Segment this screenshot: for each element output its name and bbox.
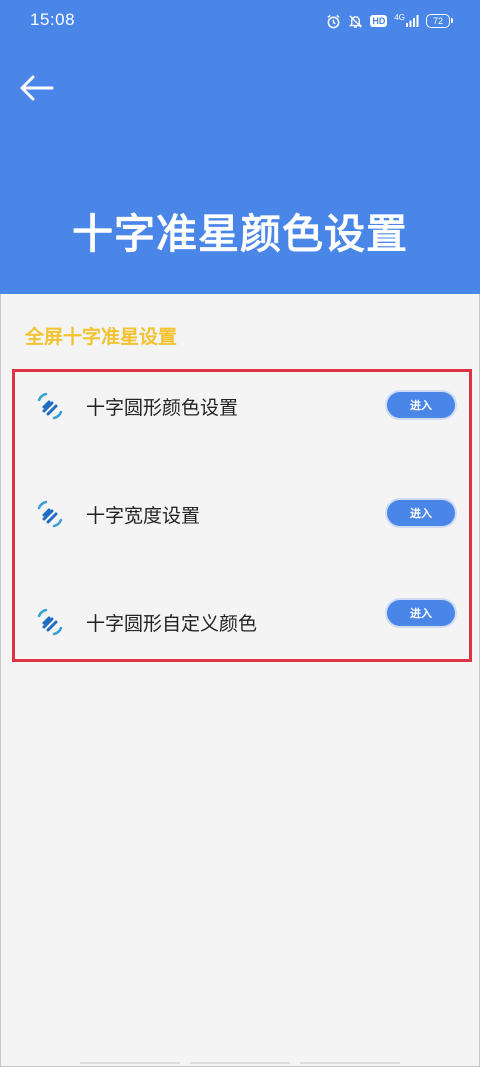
alarm-icon	[326, 14, 341, 29]
signal-icon: 4G	[394, 12, 419, 28]
back-arrow-icon	[20, 75, 54, 101]
nav-indicator-left	[80, 1062, 180, 1064]
crosshair-app-icon	[37, 608, 63, 636]
mute-bell-icon	[348, 14, 363, 29]
list-item-label: 十字圆形自定义颜色	[86, 613, 258, 635]
crosshair-app-icon	[37, 392, 63, 420]
list-item-label: 十字宽度设置	[86, 505, 201, 527]
nav-indicator-right	[300, 1062, 400, 1064]
hd-icon: HD	[370, 15, 388, 27]
back-button[interactable]	[16, 70, 56, 110]
settings-list: 十字圆形颜色设置 进入 十字宽度设置 进入 十字圆形自定义颜色 进入	[12, 369, 472, 662]
app-header: 15:08 HD 4G 72 十字准星颜色设置	[0, 0, 480, 294]
page-title: 十字准星颜色设置	[72, 210, 408, 258]
battery-level: 72	[432, 16, 443, 26]
network-type: 4G	[394, 12, 405, 22]
list-item-circle-color[interactable]: 十字圆形颜色设置 进入	[15, 375, 469, 435]
enter-button[interactable]: 进入	[387, 600, 455, 626]
section-title: 全屏十字准星设置	[25, 326, 178, 348]
status-icons: HD 4G 72	[326, 10, 453, 32]
enter-button[interactable]: 进入	[387, 500, 455, 526]
nav-indicator-center	[190, 1062, 290, 1064]
status-bar: 15:08 HD 4G 72	[0, 0, 480, 42]
crosshair-app-icon	[37, 500, 63, 528]
enter-button[interactable]: 进入	[387, 392, 455, 418]
list-item-label: 十字圆形颜色设置	[86, 397, 239, 419]
list-item-width[interactable]: 十字宽度设置 进入	[15, 483, 469, 543]
battery-icon: 72	[426, 14, 453, 28]
status-time: 15:08	[30, 10, 76, 29]
list-item-custom-color[interactable]: 十字圆形自定义颜色 进入	[15, 591, 469, 651]
